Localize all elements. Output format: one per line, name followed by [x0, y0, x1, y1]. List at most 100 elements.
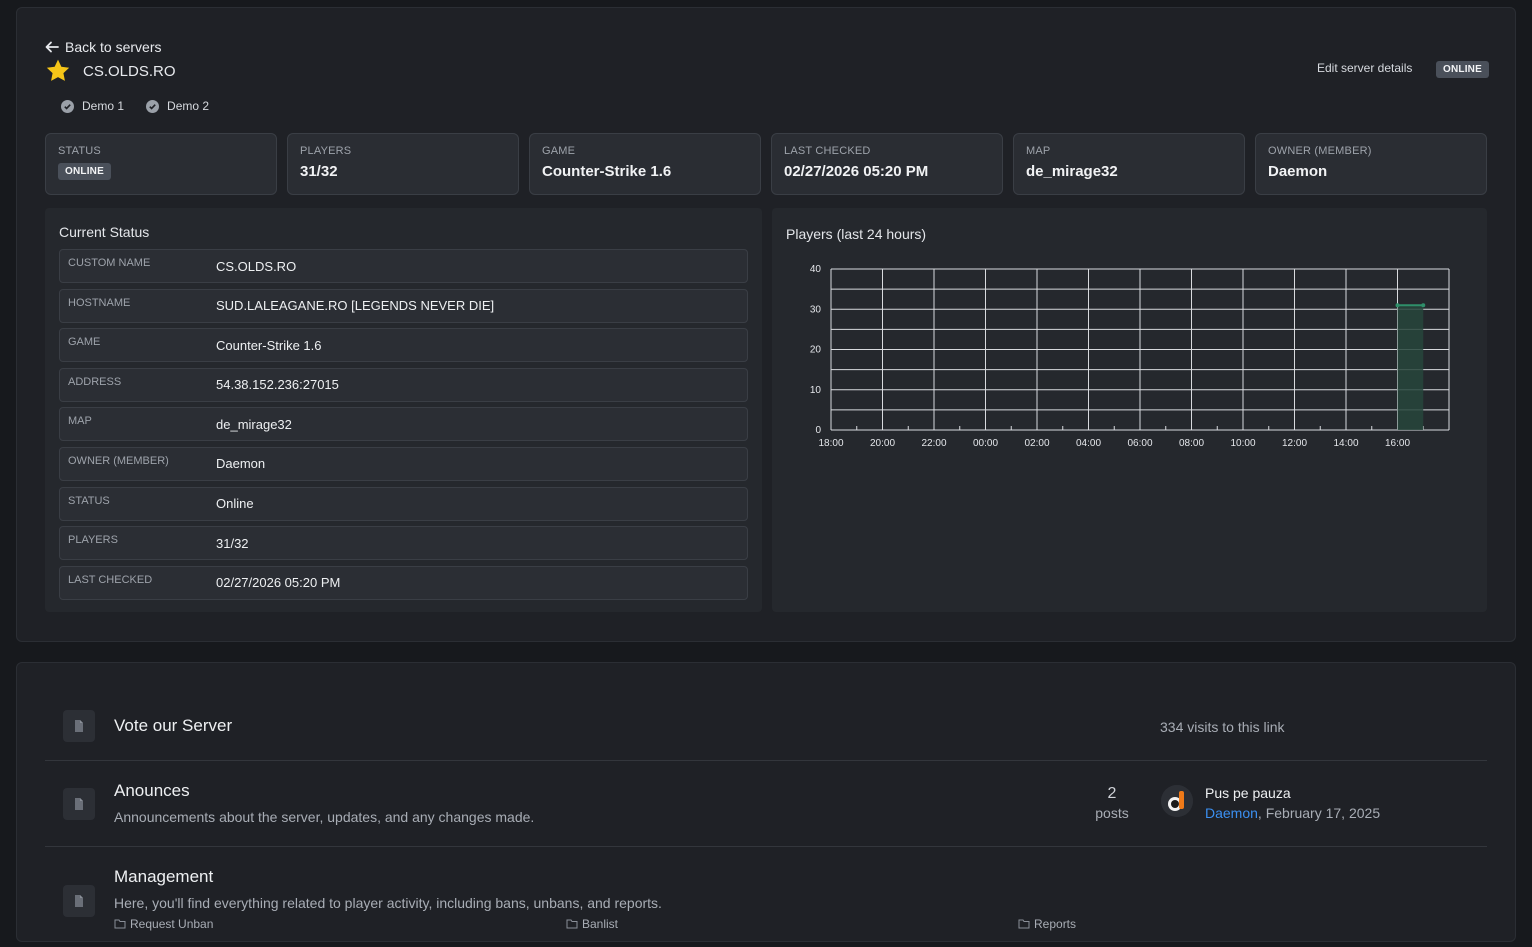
arrow-left-icon	[45, 41, 59, 53]
series-point	[1395, 303, 1400, 308]
last-post: Pus pe pauza Daemon, February 17, 2025	[1161, 785, 1380, 821]
stat-label: STATUS	[58, 145, 101, 157]
stat-label: PLAYERS	[300, 145, 352, 157]
series-point	[1421, 303, 1426, 308]
players-chart-panel: Players (last 24 hours) 0 10 20 30 40 18:00 20:…	[772, 208, 1487, 612]
forum-title[interactable]: Vote our Server	[114, 716, 232, 736]
status-value: SUD.LALEAGANE.RO [LEGENDS NEVER DIE]	[216, 298, 495, 314]
y-tick-label: 10	[810, 385, 822, 396]
status-key: OWNER (MEMBER)	[68, 454, 169, 467]
stat-card-map: MAP de_mirage32	[1013, 133, 1245, 195]
status-key: PLAYERS	[68, 534, 118, 547]
status-key: GAME	[68, 336, 101, 349]
demo-list: Demo 1 Demo 2	[61, 99, 209, 113]
status-key: STATUS	[68, 494, 110, 507]
document-icon	[63, 788, 95, 820]
stat-value: 31/32	[300, 163, 338, 180]
x-tick-label: 06:00	[1127, 438, 1152, 449]
demo-item[interactable]: Demo 2	[146, 99, 209, 113]
status-badge: ONLINE	[1436, 61, 1489, 78]
forum-description: Announcements about the server, updates,…	[114, 809, 535, 825]
forum-title[interactable]: Anounces	[114, 781, 190, 801]
status-value: Online	[216, 496, 254, 512]
status-value: de_mirage32	[216, 416, 292, 432]
status-value: 54.38.152.236:27015	[216, 377, 339, 393]
status-row: ADDRESS 54.38.152.236:27015	[59, 367, 748, 402]
document-icon	[63, 885, 95, 917]
subforum-label: Banlist	[582, 917, 619, 931]
status-row: GAME Counter-Strike 1.6	[59, 328, 748, 363]
x-tick-label: 22:00	[921, 438, 946, 449]
subforum-list: Request Unban Banlist Reports	[114, 917, 1470, 931]
current-status-panel: Current Status CUSTOM NAME CS.OLDS.RO HOS…	[45, 208, 762, 612]
status-key: ADDRESS	[68, 375, 122, 388]
folder-icon	[566, 919, 578, 929]
stat-card-status: STATUS ONLINE	[45, 133, 277, 195]
stat-label: MAP	[1026, 145, 1051, 157]
status-key: CUSTOM NAME	[68, 257, 151, 269]
x-tick-label: 02:00	[1024, 438, 1049, 449]
stat-card-owner: OWNER (MEMBER) Daemon	[1255, 133, 1487, 195]
status-value: 31/32	[216, 535, 249, 551]
server-title: CS.OLDS.RO	[45, 58, 176, 84]
edit-server-details-link[interactable]: Edit server details	[1317, 61, 1412, 75]
server-name: CS.OLDS.RO	[83, 62, 176, 80]
status-row: STATUS Online	[59, 486, 748, 521]
status-value: 02/27/2026 05:20 PM	[216, 575, 341, 591]
y-tick-label: 30	[810, 304, 822, 315]
x-tick-label: 12:00	[1282, 438, 1307, 449]
posts-label: posts	[1095, 805, 1129, 821]
status-row: CUSTOM NAME CS.OLDS.RO	[59, 249, 748, 283]
forum-row-announces: Anounces Announcements about the server,…	[45, 761, 1487, 847]
x-tick-label: 00:00	[973, 438, 998, 449]
stat-label: GAME	[542, 145, 576, 157]
status-row: LAST CHECKED 02/27/2026 05:20 PM	[59, 565, 748, 600]
stat-value: Counter-Strike 1.6	[542, 163, 672, 180]
stat-label: LAST CHECKED	[784, 145, 871, 157]
forum-row-vote: Vote our Server 334 visits to this link	[45, 693, 1487, 761]
status-key: MAP	[68, 415, 92, 428]
status-value: Counter-Strike 1.6	[216, 337, 322, 353]
folder-icon	[1018, 919, 1030, 929]
subforum-link[interactable]: Request Unban	[114, 917, 566, 931]
demo-item[interactable]: Demo 1	[61, 99, 124, 113]
avatar[interactable]	[1161, 785, 1193, 817]
stat-card-game: GAME Counter-Strike 1.6	[529, 133, 761, 195]
y-tick-label: 40	[810, 264, 822, 275]
demo-label: Demo 2	[167, 99, 210, 113]
star-icon[interactable]	[45, 58, 71, 84]
stat-card-last-checked: LAST CHECKED 02/27/2026 05:20 PM	[771, 133, 1003, 195]
status-badge: ONLINE	[58, 163, 111, 180]
stat-label: OWNER (MEMBER)	[1268, 145, 1372, 157]
last-post-meta: Daemon, February 17, 2025	[1205, 805, 1380, 821]
stat-cards: STATUS ONLINE PLAYERS 31/32 GAME Counter…	[45, 133, 1487, 195]
status-row: OWNER (MEMBER) Daemon	[59, 446, 748, 481]
last-post-date: , February 17, 2025	[1257, 805, 1381, 821]
status-value: Daemon	[216, 456, 266, 472]
status-row: MAP de_mirage32	[59, 407, 748, 442]
stat-value: de_mirage32	[1026, 163, 1118, 180]
subforum-link[interactable]: Reports	[1018, 917, 1470, 931]
back-to-servers-link[interactable]: Back to servers	[45, 39, 161, 55]
forum-panel: Vote our Server 334 visits to this link …	[16, 662, 1516, 942]
subforum-link[interactable]: Banlist	[566, 917, 1018, 931]
x-tick-label: 20:00	[870, 438, 895, 449]
forum-title[interactable]: Management	[114, 867, 213, 887]
chart-title: Players (last 24 hours)	[786, 226, 926, 242]
x-tick-label: 18:00	[818, 438, 843, 449]
server-details-panel: Back to servers CS.OLDS.RO Edit server d…	[16, 7, 1516, 642]
posts-number: 2	[1107, 785, 1117, 802]
series-area	[1397, 305, 1424, 430]
stat-value: 02/27/2026 05:20 PM	[784, 163, 929, 180]
x-tick-label: 08:00	[1179, 438, 1204, 449]
x-tick-label: 04:00	[1076, 438, 1101, 449]
forum-description: Here, you'll find everything related to …	[114, 895, 662, 911]
last-post-title[interactable]: Pus pe pauza	[1205, 785, 1380, 801]
check-circle-icon	[61, 99, 74, 113]
status-row: HOSTNAME SUD.LALEAGANE.RO [LEGENDS NEVER …	[59, 288, 748, 323]
last-post-author[interactable]: Daemon	[1205, 805, 1258, 821]
subforum-label: Request Unban	[130, 917, 214, 931]
x-tick-label: 14:00	[1333, 438, 1358, 449]
x-tick-label: 16:00	[1385, 438, 1410, 449]
status-key: HOSTNAME	[68, 296, 131, 309]
